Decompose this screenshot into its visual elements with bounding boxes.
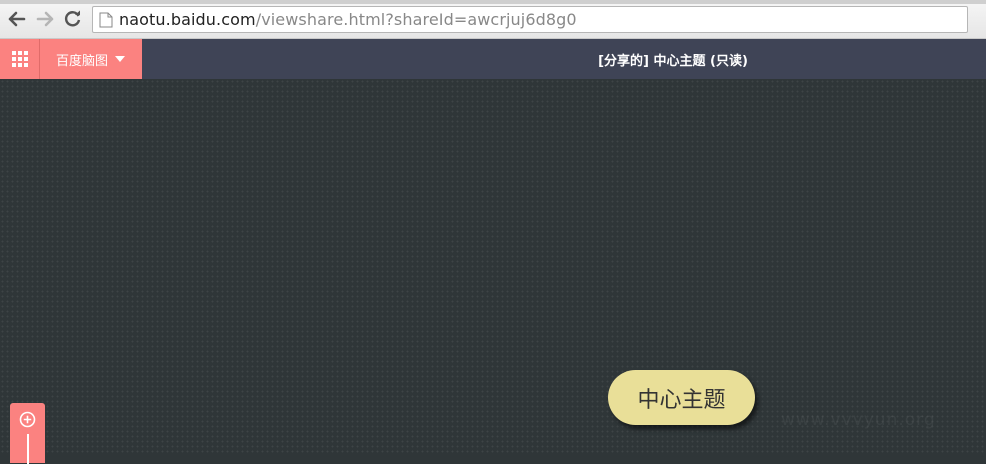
reload-icon [64,10,81,27]
back-button[interactable] [6,8,28,30]
caret-down-icon [115,56,126,62]
browser-toolbar: naotu.baidu.com/viewshare.html?shareId=a… [0,0,986,39]
url-host: naotu.baidu.com [119,10,256,29]
url-text: naotu.baidu.com/viewshare.html?shareId=a… [119,10,577,29]
address-bar[interactable]: naotu.baidu.com/viewshare.html?shareId=a… [92,6,968,33]
watermark: www.vvvyun.org [781,410,936,430]
apps-menu-button[interactable] [0,39,40,79]
mindmap-canvas[interactable]: 中心主题 www.vvvyun.org [0,79,986,464]
app-header: 百度脑图 [分享的] 中心主题 (只读) [0,39,986,79]
brand-menu-button[interactable]: 百度脑图 [40,39,142,79]
zoom-slider-track[interactable] [27,434,29,464]
brand-label: 百度脑图 [56,53,109,69]
forward-arrow-icon [36,11,54,27]
document-title: [分享的] 中心主题 (只读) [598,53,748,69]
apps-grid-icon [11,51,28,67]
page-icon [99,12,113,27]
back-arrow-icon [8,11,26,27]
zoom-panel [10,403,45,464]
url-path: /viewshare.html?shareId=awcrjuj6d8g0 [255,10,577,29]
central-topic-node[interactable]: 中心主题 [608,370,755,425]
tab-strip [0,0,986,4]
zoom-in-icon[interactable] [19,411,36,428]
forward-button[interactable] [34,8,56,30]
reload-button[interactable] [62,8,84,30]
